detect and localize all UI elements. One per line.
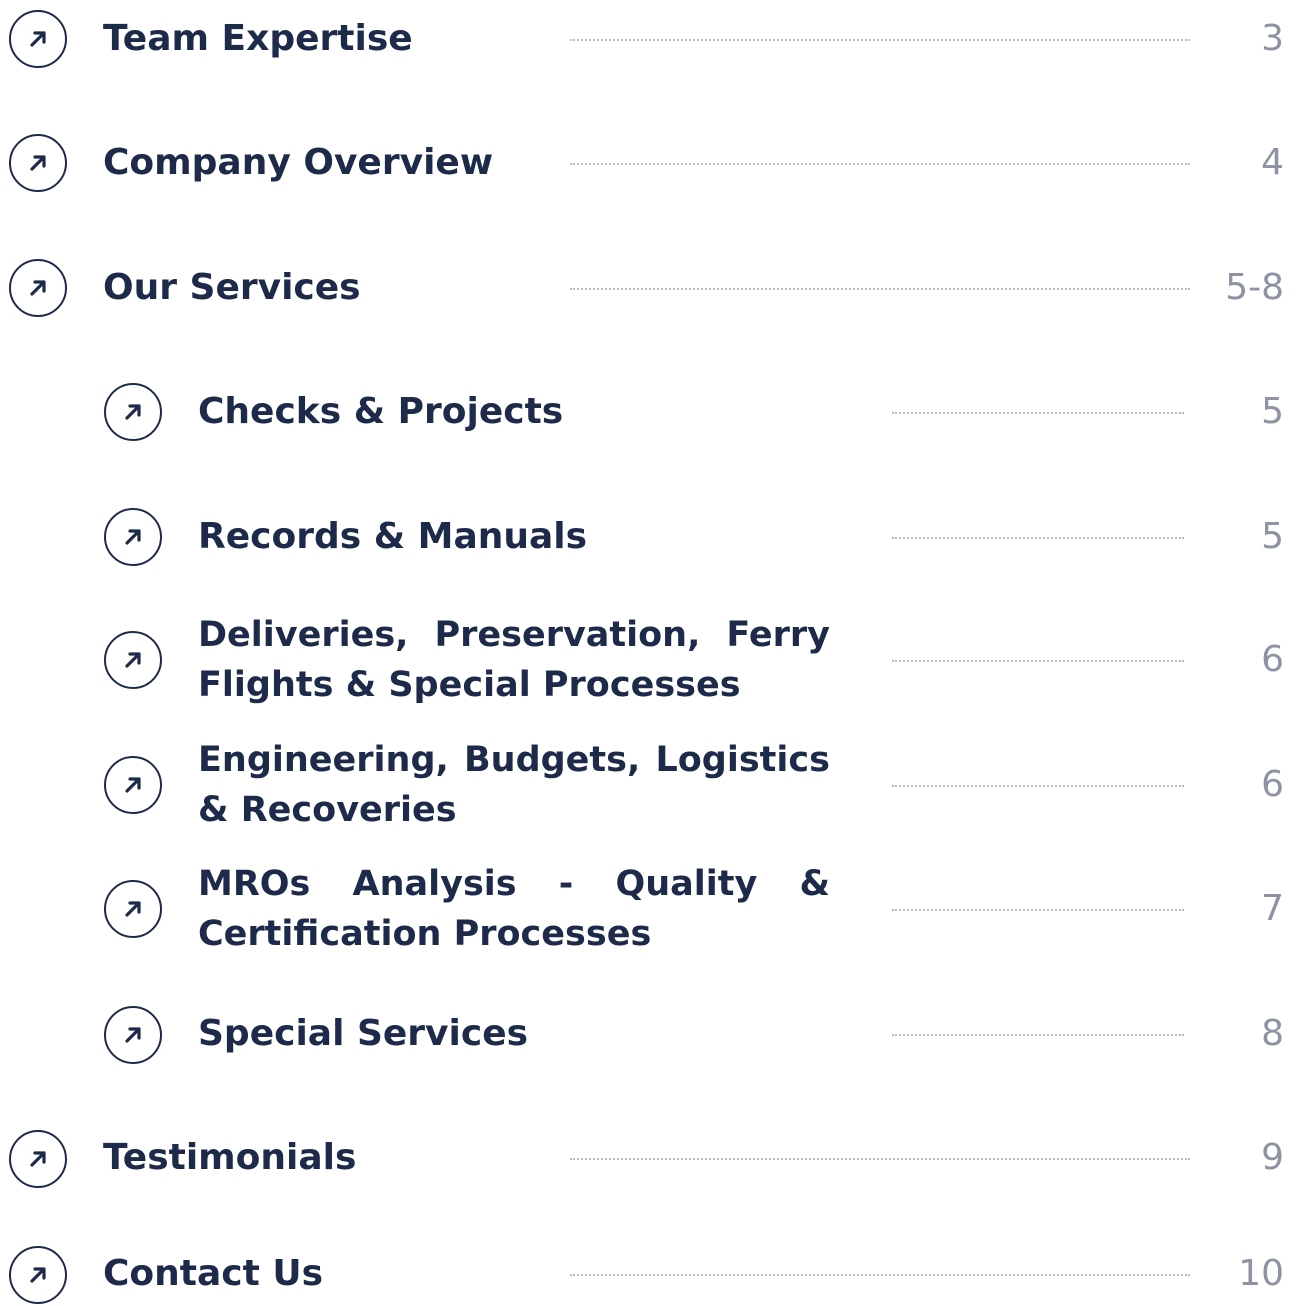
toc-subitem-records-manuals[interactable]: Records & Manuals 5 [0, 507, 1298, 567]
toc-item-company-overview[interactable]: Company Overview 4 [0, 133, 1298, 193]
leader-dots [892, 412, 1184, 414]
toc-page-number: 3 [1261, 18, 1284, 59]
toc-item-label[interactable]: Checks & Projects [198, 387, 563, 437]
leader-dots [570, 163, 1190, 165]
leader-dots [892, 1034, 1184, 1036]
toc-item-label[interactable]: Records & Manuals [198, 512, 587, 562]
toc-page-number: 7 [1261, 888, 1284, 929]
arrow-up-right-icon[interactable] [104, 880, 162, 938]
toc-item-label[interactable]: Engineering, Budgets, Logistics & Recove… [198, 735, 830, 835]
toc-page-number: 4 [1261, 142, 1284, 183]
toc-item-label[interactable]: Special Services [198, 1009, 528, 1059]
toc-item-label[interactable]: Deliveries, Preservation, Ferry Flights … [198, 610, 830, 710]
arrow-up-right-icon[interactable] [9, 259, 67, 317]
toc-subitem-deliveries[interactable]: Deliveries, Preservation, Ferry Flights … [0, 608, 1298, 712]
toc-page-number: 5 [1261, 391, 1284, 432]
leader-dots [570, 39, 1190, 41]
arrow-up-right-icon[interactable] [9, 10, 67, 68]
toc-item-label[interactable]: Team Expertise [103, 14, 413, 64]
toc-item-label[interactable]: Testimonials [103, 1133, 356, 1183]
toc-subitem-engineering[interactable]: Engineering, Budgets, Logistics & Recove… [0, 733, 1298, 837]
leader-dots [892, 537, 1184, 539]
arrow-up-right-icon[interactable] [104, 383, 162, 441]
toc-item-label[interactable]: MROs Analysis - Quality & Certification … [198, 859, 830, 959]
toc-item-label[interactable]: Our Services [103, 263, 361, 313]
leader-dots [892, 660, 1184, 662]
toc-page-number: 6 [1261, 764, 1284, 805]
toc-item-testimonials[interactable]: Testimonials 9 [0, 1129, 1298, 1189]
toc-item-label[interactable]: Contact Us [103, 1249, 323, 1299]
leader-dots [570, 1274, 1190, 1276]
arrow-up-right-icon[interactable] [104, 631, 162, 689]
arrow-up-right-icon[interactable] [9, 134, 67, 192]
toc-item-contact-us[interactable]: Contact Us 10 [0, 1245, 1298, 1305]
toc-page-number: 6 [1261, 639, 1284, 680]
toc-page-number: 5-8 [1225, 267, 1284, 308]
toc-item-label[interactable]: Company Overview [103, 138, 493, 188]
toc-subitem-mros-analysis[interactable]: MROs Analysis - Quality & Certification … [0, 857, 1298, 961]
arrow-up-right-icon[interactable] [104, 508, 162, 566]
arrow-up-right-icon[interactable] [9, 1130, 67, 1188]
toc-page-number: 9 [1261, 1137, 1284, 1178]
arrow-up-right-icon[interactable] [104, 756, 162, 814]
toc-item-team-expertise[interactable]: Team Expertise 3 [0, 9, 1298, 69]
toc-page-number: 10 [1238, 1253, 1284, 1294]
toc-subitem-special-services[interactable]: Special Services 8 [0, 1005, 1298, 1065]
arrow-up-right-icon[interactable] [104, 1006, 162, 1064]
toc-subitem-checks-projects[interactable]: Checks & Projects 5 [0, 382, 1298, 442]
toc-page-number: 8 [1261, 1013, 1284, 1054]
leader-dots [892, 909, 1184, 911]
leader-dots [570, 288, 1190, 290]
leader-dots [892, 785, 1184, 787]
leader-dots [570, 1158, 1190, 1160]
toc-page-number: 5 [1261, 516, 1284, 557]
toc-item-our-services[interactable]: Our Services 5-8 [0, 258, 1298, 318]
arrow-up-right-icon[interactable] [9, 1246, 67, 1304]
